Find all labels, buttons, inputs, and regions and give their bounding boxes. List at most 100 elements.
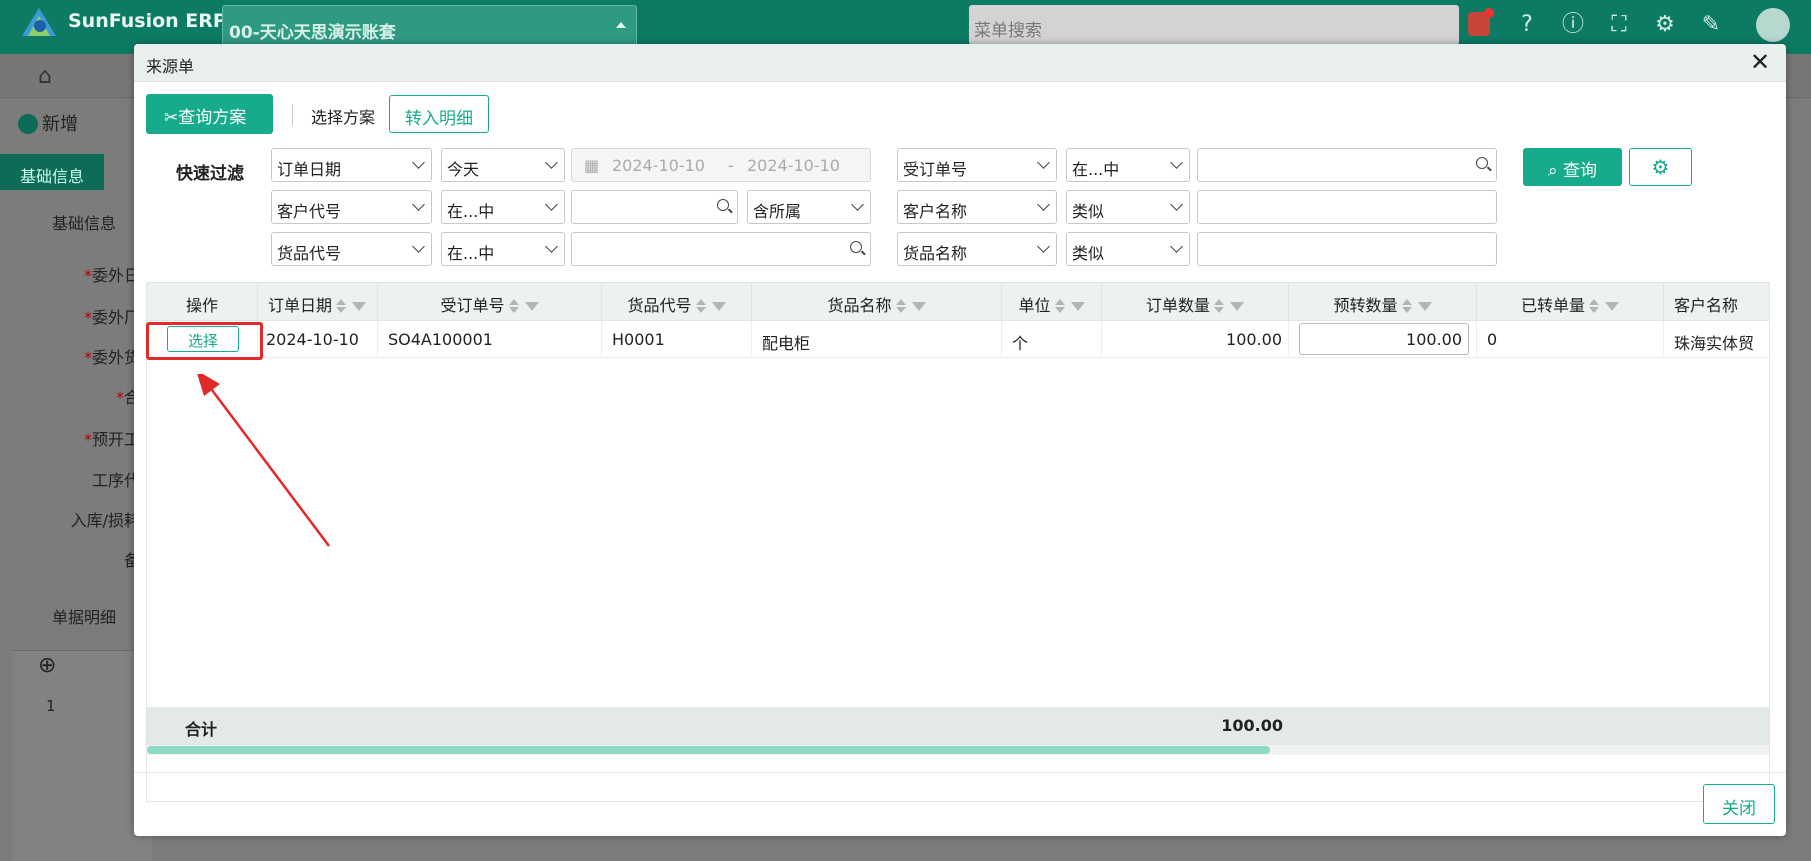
tab-basic-info[interactable]: 基础信息 (0, 154, 104, 190)
filter-field-select[interactable]: 受订单号 (897, 148, 1057, 182)
add-row-icon[interactable]: ⊕ (38, 653, 56, 678)
broom-icon[interactable]: ✎ (1698, 12, 1724, 38)
filter-op-select[interactable]: 在...中 (441, 190, 565, 224)
col-header-order-qty[interactable]: 订单数量 (1102, 283, 1289, 321)
scrollbar-thumb[interactable] (147, 746, 1270, 754)
filter-icon (1230, 302, 1244, 311)
source-document-dialog: 来源单 ✕ ✂查询方案 选择方案 转入明细 快速过滤 订单日期 今天 ▦ 202… (134, 44, 1786, 836)
chevron-down-icon (412, 198, 425, 211)
new-button[interactable]: 新增 (42, 110, 78, 136)
filter-op-select[interactable]: 今天 (441, 148, 565, 182)
query-scheme-label: 查询方案 (178, 108, 247, 128)
sort-icon (695, 299, 706, 313)
background-grid: ⊕ 1 (12, 650, 152, 861)
col-header-transferred[interactable]: 已转单量 (1477, 283, 1664, 321)
chevron-down-icon (545, 240, 558, 253)
account-selector[interactable]: 00-天心天思演示账套 (222, 5, 637, 49)
row-index: 1 (46, 697, 56, 715)
item-name-input[interactable] (1197, 232, 1497, 266)
filter-icon (1605, 302, 1619, 311)
transfer-detail-button[interactable]: 转入明细 (389, 95, 489, 133)
chevron-down-icon (412, 156, 425, 169)
chevron-down-icon (1037, 240, 1050, 253)
cell-so-number: SO4A100001 (378, 321, 602, 358)
chevron-down-icon (1170, 198, 1183, 211)
notification-dot (1484, 8, 1494, 18)
customer-name-input[interactable] (1197, 190, 1497, 224)
gear-icon[interactable]: ⚙ (1652, 12, 1678, 38)
sort-icon (1214, 299, 1224, 313)
bg-field-label: *委外厂 (83, 308, 140, 327)
col-header-customer[interactable]: 客户名称 (1664, 283, 1769, 321)
date-separator: - (728, 156, 734, 175)
dialog-footer-divider (134, 772, 1786, 773)
search-icon (850, 241, 862, 253)
account-name: 00-天心天思演示账套 (229, 23, 396, 43)
cell-item-name: 配电柜 (752, 321, 1002, 358)
filter-field-select[interactable]: 货品名称 (897, 232, 1057, 266)
avatar[interactable] (1756, 8, 1790, 42)
col-header-so-number[interactable]: 受订单号 (378, 283, 602, 321)
bg-field-label: 备 (123, 551, 140, 570)
date-range-input[interactable]: ▦ 2024-10-10 - 2024-10-10 (571, 148, 871, 182)
so-number-input[interactable] (1197, 148, 1497, 182)
filter-field-select[interactable]: 订单日期 (271, 148, 432, 182)
customer-code-input[interactable] (571, 190, 738, 224)
calendar-icon: ▦ (584, 156, 600, 175)
query-scheme-button[interactable]: ✂查询方案 (146, 94, 273, 134)
dialog-title: 来源单 (146, 57, 195, 76)
choose-scheme-label[interactable]: 选择方案 (311, 104, 375, 128)
filter-icon (524, 302, 539, 311)
cell-item-code: H0001 (602, 321, 752, 358)
item-code-input[interactable] (571, 232, 871, 266)
chevron-down-icon (1037, 198, 1050, 211)
col-header-order-date[interactable]: 订单日期 (258, 283, 378, 321)
gear-icon: ⚙ (1651, 155, 1670, 179)
cell-order-date: 2024-10-10 (258, 321, 378, 358)
filter-op-select[interactable]: 在...中 (1066, 148, 1190, 182)
search-icon: ⌕ (1548, 161, 1558, 181)
sort-icon (508, 299, 519, 313)
menu-search-input[interactable]: 菜单搜索 (969, 5, 1459, 45)
col-header-item-code[interactable]: 货品代号 (602, 283, 752, 321)
search-icon (717, 199, 729, 211)
info-icon[interactable]: ⓘ (1560, 12, 1586, 38)
section-detail: 单据明细 (52, 608, 117, 627)
filter-field-select[interactable]: 货品代号 (271, 232, 432, 266)
col-header-unit[interactable]: 单位 (1002, 283, 1102, 321)
close-icon[interactable]: ✕ (1746, 48, 1774, 76)
query-button[interactable]: ⌕ 查询 (1523, 148, 1622, 186)
annotation-arrow (197, 374, 330, 547)
summary-label: 合计 (185, 720, 218, 739)
cell-customer: 珠海实体贸 (1664, 321, 1769, 358)
settings-button[interactable]: ⚙ (1629, 148, 1692, 186)
filter-field-select[interactable]: 客户名称 (897, 190, 1057, 224)
caret-up-icon (616, 22, 626, 28)
col-header-item-name[interactable]: 货品名称 (752, 283, 1002, 321)
col-header-pre-qty[interactable]: 预转数量 (1289, 283, 1477, 321)
summary-row: 合计 100.00 (147, 707, 1769, 745)
quick-filter-label: 快速过滤 (176, 164, 244, 184)
filter-op-select[interactable]: 类似 (1066, 232, 1190, 266)
pre-qty-input[interactable]: 100.00 (1299, 323, 1469, 355)
section-basic-info: 基础信息 (52, 214, 117, 233)
add-icon (18, 114, 38, 134)
bg-field-label: *委外日 (83, 266, 140, 285)
divider (292, 104, 293, 126)
cell-pre-qty: 100.00 (1289, 321, 1477, 358)
tool-icon: ✂ (164, 108, 179, 128)
home-icon[interactable]: ⌂ (38, 64, 62, 89)
help-icon[interactable]: ? (1514, 12, 1540, 38)
sort-icon (1589, 299, 1599, 313)
brand-name: SunFusion ERP (68, 10, 227, 32)
close-button[interactable]: 关闭 (1703, 784, 1775, 824)
bg-field-label: *委外货 (83, 348, 140, 367)
include-select[interactable]: 含所属 (747, 190, 871, 224)
filter-op-select[interactable]: 类似 (1066, 190, 1190, 224)
filter-field-select[interactable]: 客户代号 (271, 190, 432, 224)
fullscreen-icon[interactable]: ⛶ (1606, 12, 1632, 38)
sort-icon (895, 299, 906, 313)
filter-op-select[interactable]: 在...中 (441, 232, 565, 266)
date-to: 2024-10-10 (747, 156, 840, 175)
chevron-down-icon (1037, 156, 1050, 169)
